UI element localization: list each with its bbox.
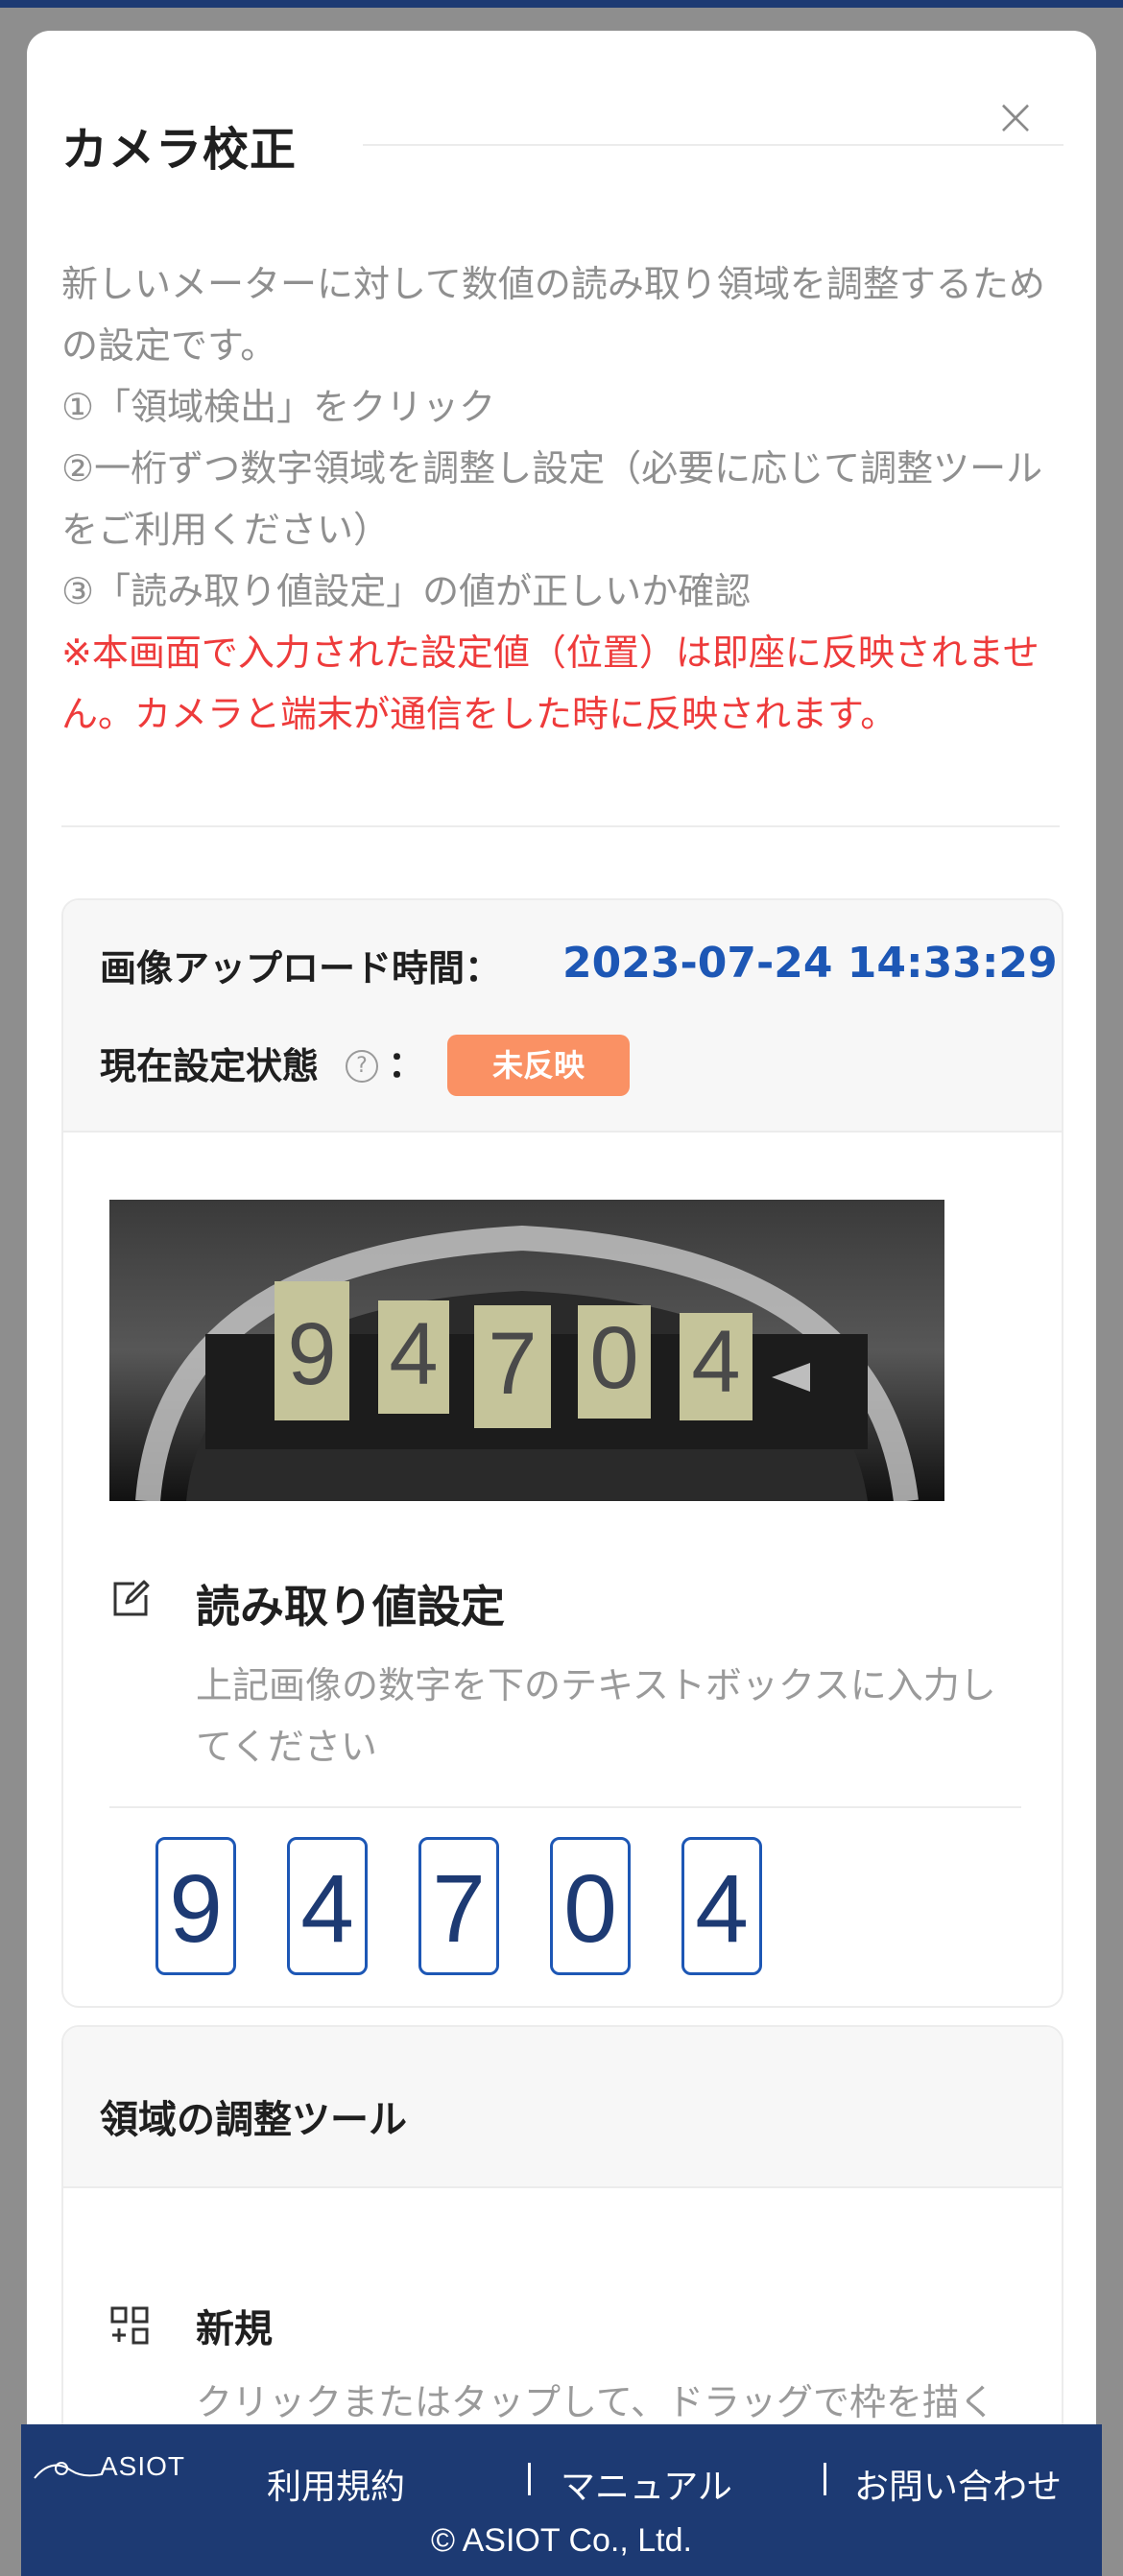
meter-digit: 4 bbox=[389, 1305, 438, 1403]
meter-digit: 4 bbox=[691, 1313, 740, 1411]
reading-subtitle: 上記画像の数字を下のテキストボックスに入力してください bbox=[196, 1664, 996, 1768]
modal-title: カメラ校正 bbox=[61, 123, 298, 177]
status-header: 画像アップロード時間： 2023-07-24 14:33:29 現在設定状態 ?… bbox=[63, 900, 1062, 1133]
instructions: 新しいメーターに対して数値の読み取り領域を調整するための設定です。 ①「領域検出… bbox=[61, 253, 1079, 745]
digit-input-3[interactable]: 7 bbox=[418, 1837, 499, 1975]
upload-time-label: 画像アップロード時間： bbox=[100, 947, 502, 990]
title-divider bbox=[363, 144, 1063, 146]
add-region-icon[interactable] bbox=[109, 2305, 150, 2346]
upload-time-value: 2023-07-24 14:33:29 bbox=[562, 939, 1058, 988]
calibration-card: 画像アップロード時間： 2023-07-24 14:33:29 現在設定状態 ?… bbox=[61, 898, 1063, 2008]
footer-divider bbox=[824, 2463, 826, 2495]
state-colon: ： bbox=[388, 1043, 425, 1085]
logo-text: ASIOT bbox=[100, 2451, 186, 2481]
new-region-label[interactable]: 新規 bbox=[196, 2298, 273, 2353]
question-circle-icon[interactable]: ? bbox=[346, 1050, 378, 1083]
copyright: © ASIOT Co., Ltd. bbox=[431, 2522, 692, 2559]
warning-text: ※本画面で入力された設定値（位置）は即座に反映されません。カメラと端末が通信をし… bbox=[61, 632, 1039, 735]
footer-link-manual[interactable]: マニュアル bbox=[561, 2459, 732, 2509]
footer-divider bbox=[528, 2463, 531, 2495]
digit-input-4[interactable]: 0 bbox=[550, 1837, 631, 1975]
meter-digit: 9 bbox=[287, 1305, 336, 1403]
footer-link-contact[interactable]: お問い合わせ bbox=[854, 2459, 1062, 2509]
adjust-tool-title: 領域の調整ツール bbox=[100, 2098, 407, 2142]
adjust-tool-header: 領域の調整ツール bbox=[63, 2027, 1062, 2188]
status-badge: 未反映 bbox=[447, 1035, 630, 1096]
instruction-line: ①「領域検出」をクリック bbox=[61, 386, 496, 428]
digit-input-1[interactable]: 9 bbox=[155, 1837, 236, 1975]
section-divider bbox=[61, 825, 1060, 827]
digit-input-5[interactable]: 4 bbox=[681, 1837, 762, 1975]
instruction-line: ②一桁ずつ数字領域を調整し設定（必要に応じて調整ツールをご利用ください） bbox=[61, 447, 1043, 551]
reading-title: 読み取り値設定 bbox=[196, 1581, 505, 1633]
camera-calibration-modal: カメラ校正 × 新しいメーターに対して数値の読み取り領域を調整するための設定です… bbox=[27, 31, 1096, 2526]
reading-divider bbox=[109, 1806, 1021, 1808]
footer: ASIOT 利用規約 マニュアル お問い合わせ © ASIOT Co., Ltd… bbox=[21, 2424, 1102, 2576]
edit-icon bbox=[113, 1580, 150, 1616]
state-label: 現在設定状態 bbox=[100, 1045, 320, 1087]
close-icon[interactable]: × bbox=[987, 88, 1044, 146]
instruction-line: 新しいメーターに対して数値の読み取り領域を調整するための設定です。 bbox=[61, 263, 1045, 367]
footer-link-terms[interactable]: 利用規約 bbox=[267, 2459, 405, 2509]
meter-digit: 7 bbox=[488, 1315, 537, 1413]
meter-image: 9 4 7 0 4 bbox=[109, 1200, 944, 1501]
digit-input-2[interactable]: 4 bbox=[287, 1837, 368, 1975]
meter-digit: 0 bbox=[589, 1309, 638, 1407]
page-top-bar bbox=[0, 0, 1123, 8]
instruction-line: ③「読み取り値設定」の値が正しいか確認 bbox=[61, 570, 752, 612]
